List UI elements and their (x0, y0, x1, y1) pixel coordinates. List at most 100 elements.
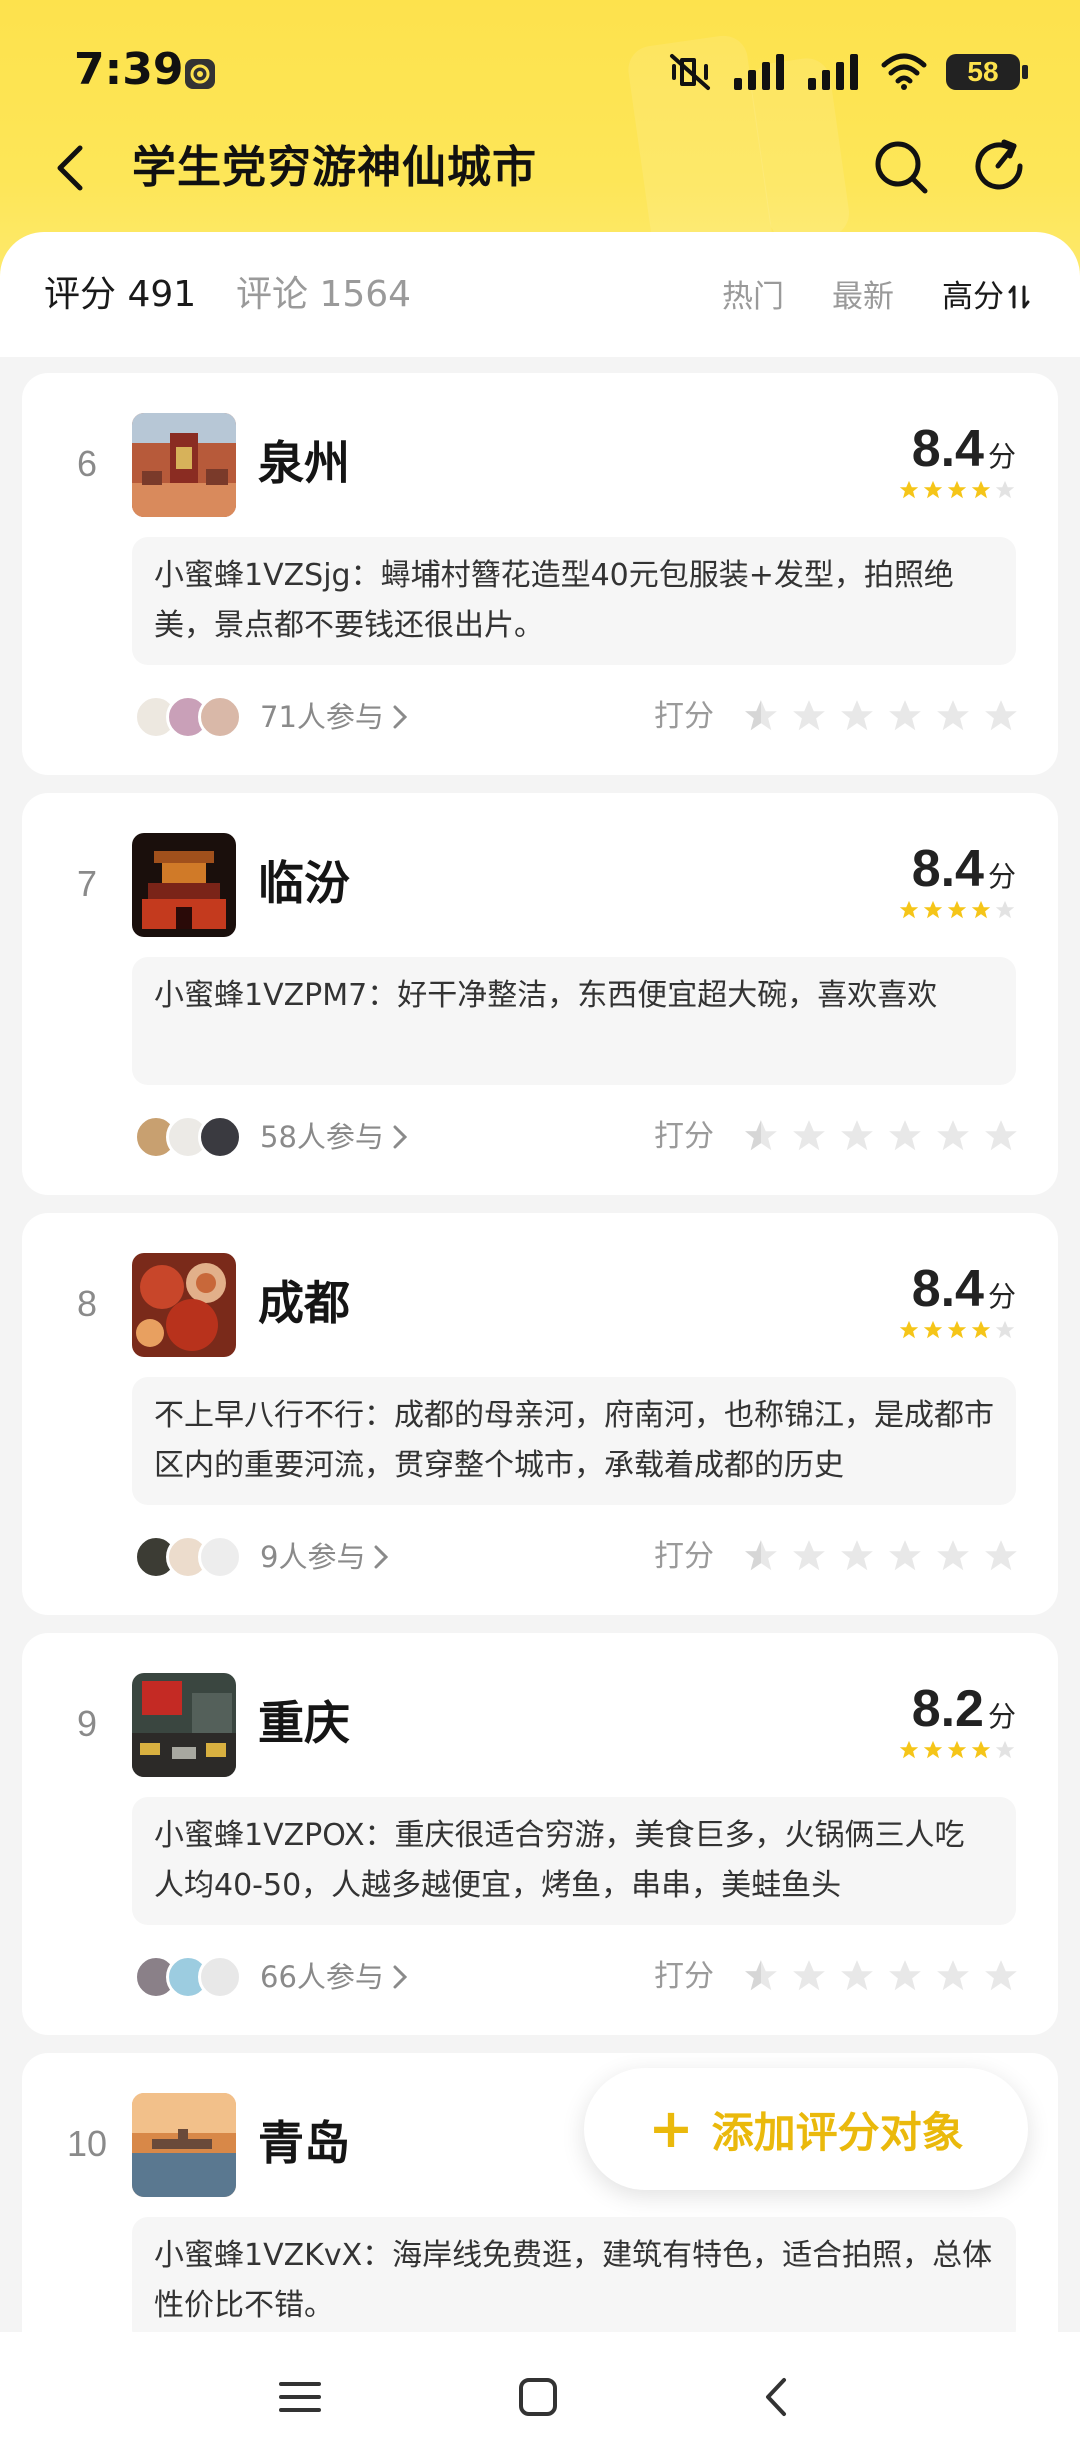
rate-star-icon[interactable] (790, 1957, 828, 1995)
title-bar: 学生党穷游神仙城市 (0, 120, 1080, 220)
city-list: 6 泉州 8.4 分 小蜜蜂1VZSjg：蟳埔村簪花造型40元包服装+发型，拍照… (0, 357, 1080, 2332)
score-value: 8.2 (911, 1680, 984, 1738)
participant-avatars (134, 1535, 242, 1579)
rate-stars[interactable] (742, 1957, 1020, 1995)
participants-link[interactable]: 71人参与 (260, 695, 408, 739)
rating-count[interactable]: 评分 491 (44, 272, 196, 318)
rate-stars[interactable] (742, 697, 1020, 735)
participant-avatars (134, 695, 242, 739)
rate-star-icon[interactable] (982, 1537, 1020, 1575)
system-nav-bar (0, 2332, 1080, 2460)
featured-comment[interactable]: 小蜜蜂1VZSjg：蟳埔村簪花造型40元包服装+发型，拍照绝美，景点都不要钱还很… (132, 537, 1016, 665)
comment-text: 小蜜蜂1VZKvX：海岸线免费逛，建筑有特色，适合拍照，总体性价比不错。 (154, 2238, 993, 2323)
score-stars (898, 1319, 1016, 1341)
status-bar: 7:39 58 (0, 0, 1080, 140)
featured-comment[interactable]: 小蜜蜂1VZKvX：海岸线免费逛，建筑有特色，适合拍照，总体性价比不错。 (132, 2217, 1016, 2332)
score-block: 8.4 分 (898, 421, 1016, 501)
settings-status-icon (185, 59, 215, 89)
city-name: 青岛 (258, 2116, 350, 2170)
page-title: 学生党穷游神仙城市 (132, 142, 537, 193)
avatar (198, 1955, 242, 1999)
back-arrow-icon[interactable] (42, 138, 102, 198)
rate-label: 打分 (654, 1959, 714, 1994)
signal-icon (734, 54, 784, 90)
rate-star-half-icon[interactable] (742, 1537, 780, 1575)
rate-star-icon[interactable] (838, 697, 876, 735)
battery-indicator: 58 (946, 54, 1028, 90)
score-stars (898, 479, 1016, 501)
back-icon[interactable] (742, 2362, 812, 2432)
rate-star-icon[interactable] (886, 1537, 924, 1575)
rank-number: 8 (76, 1283, 98, 1324)
city-thumbnail (132, 413, 236, 517)
rank-number: 10 (66, 2123, 108, 2164)
rate-star-icon[interactable] (934, 1957, 972, 1995)
participants-count: 58人参与 (260, 1120, 384, 1154)
add-rating-target-button[interactable]: + 添加评分对象 (584, 2068, 1028, 2190)
share-icon[interactable] (970, 136, 1032, 198)
score-block: 8.4 分 (898, 1261, 1016, 1341)
chevron-right-icon (393, 1965, 408, 1989)
rate-star-icon[interactable] (982, 697, 1020, 735)
city-thumbnail (132, 2093, 236, 2197)
chevron-right-icon (374, 1545, 389, 1569)
rate-star-half-icon[interactable] (742, 1117, 780, 1155)
city-card[interactable]: 8 成都 8.4 分 不上早八行不行：成都的母亲河，府南河，也称锦江，是成都市区… (22, 1213, 1058, 1615)
featured-comment[interactable]: 小蜜蜂1VZPOX：重庆很适合穷游，美食巨多，火锅俩三人吃人均40-50，人越多… (132, 1797, 1016, 1925)
score-unit: 分 (987, 1280, 1016, 1313)
rate-star-icon[interactable] (886, 1957, 924, 1995)
score-unit: 分 (987, 1700, 1016, 1733)
city-card[interactable]: 6 泉州 8.4 分 小蜜蜂1VZSjg：蟳埔村簪花造型40元包服装+发型，拍照… (22, 373, 1058, 775)
battery-level: 58 (967, 56, 999, 87)
participants-link[interactable]: 66人参与 (260, 1955, 408, 1999)
participants-link[interactable]: 58人参与 (260, 1115, 408, 1159)
comment-count-tab[interactable]: 评论 1564 (236, 272, 411, 318)
plus-icon: + (648, 2097, 694, 2160)
sort-high-label: 高分 (942, 279, 1004, 315)
score-stars (898, 1739, 1016, 1761)
avatar (198, 1115, 242, 1159)
avatar (198, 1535, 242, 1579)
sort-bar: 评分 491 评论 1564 热门 最新 高分 (0, 232, 1080, 357)
home-icon[interactable] (503, 2362, 573, 2432)
city-thumbnail (132, 833, 236, 937)
rate-star-half-icon[interactable] (742, 697, 780, 735)
city-thumbnail (132, 1673, 236, 1777)
city-card[interactable]: 7 临汾 8.4 分 小蜜蜂1VZPM7：好干净整洁，东西便宜超大碗，喜欢喜欢 … (22, 793, 1058, 1195)
avatar (198, 695, 242, 739)
participants-count: 66人参与 (260, 1960, 384, 1994)
rate-star-half-icon[interactable] (742, 1957, 780, 1995)
rank-number: 7 (76, 863, 98, 904)
rate-star-icon[interactable] (790, 1117, 828, 1155)
sort-high-score[interactable]: 高分 (942, 276, 1032, 318)
featured-comment[interactable]: 不上早八行不行：成都的母亲河，府南河，也称锦江，是成都市区内的重要河流，贯穿整个… (132, 1377, 1016, 1505)
rate-label: 打分 (654, 1539, 714, 1574)
rate-star-icon[interactable] (838, 1537, 876, 1575)
rate-star-icon[interactable] (934, 697, 972, 735)
city-thumbnail (132, 1253, 236, 1357)
rate-star-icon[interactable] (934, 1537, 972, 1575)
rate-star-icon[interactable] (790, 697, 828, 735)
participants-link[interactable]: 9人参与 (260, 1535, 389, 1579)
score-value: 8.4 (911, 1260, 984, 1318)
rate-star-icon[interactable] (886, 1117, 924, 1155)
participant-avatars (134, 1955, 242, 1999)
city-card[interactable]: 9 重庆 8.2 分 小蜜蜂1VZPOX：重庆很适合穷游，美食巨多，火锅俩三人吃… (22, 1633, 1058, 2035)
sort-order-icon (1008, 285, 1030, 309)
score-block: 8.2 分 (898, 1681, 1016, 1761)
sort-newest[interactable]: 最新 (832, 276, 894, 318)
menu-icon[interactable] (265, 2362, 335, 2432)
featured-comment[interactable]: 小蜜蜂1VZPM7：好干净整洁，东西便宜超大碗，喜欢喜欢 (132, 957, 1016, 1085)
rate-star-icon[interactable] (934, 1117, 972, 1155)
search-icon[interactable] (870, 136, 932, 198)
sort-hot[interactable]: 热门 (722, 276, 784, 318)
rate-stars[interactable] (742, 1537, 1020, 1575)
rate-star-icon[interactable] (886, 697, 924, 735)
rate-star-icon[interactable] (838, 1957, 876, 1995)
rate-star-icon[interactable] (838, 1117, 876, 1155)
rate-star-icon[interactable] (982, 1117, 1020, 1155)
rate-stars[interactable] (742, 1117, 1020, 1155)
rate-star-icon[interactable] (790, 1537, 828, 1575)
rate-star-icon[interactable] (982, 1957, 1020, 1995)
rank-number: 9 (76, 1703, 98, 1744)
